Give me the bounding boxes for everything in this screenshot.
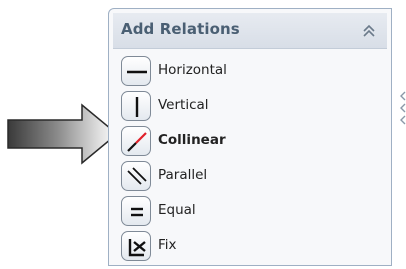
- vertical-line-icon: [135, 97, 139, 117]
- collinear-button[interactable]: [121, 126, 151, 156]
- relation-label: Parallel: [158, 167, 208, 183]
- pointer-arrow-icon: [0, 100, 120, 168]
- collapse-chevron-up-icon[interactable]: [359, 21, 379, 41]
- panel-title: Add Relations: [121, 20, 240, 38]
- fix-icon: [128, 239, 146, 257]
- relation-label: Vertical: [158, 97, 209, 113]
- relation-item-horizontal[interactable]: Horizontal: [121, 54, 321, 89]
- relation-item-vertical[interactable]: Vertical: [121, 89, 321, 124]
- side-panel-handle-icon[interactable]: [399, 88, 406, 128]
- relation-item-fix[interactable]: Fix: [121, 229, 321, 264]
- relation-item-parallel[interactable]: Parallel: [121, 159, 321, 194]
- relation-item-collinear[interactable]: Collinear: [121, 124, 321, 159]
- collinear-icon: [127, 132, 147, 152]
- relation-label: Horizontal: [158, 62, 227, 78]
- relation-label: Fix: [158, 237, 177, 253]
- horizontal-line-icon: [127, 70, 147, 74]
- fix-button[interactable]: [121, 231, 151, 261]
- equal-button[interactable]: [121, 196, 151, 226]
- horizontal-button[interactable]: [121, 56, 151, 86]
- add-relations-panel: Add Relations Horizontal Vertical Collin…: [108, 8, 392, 266]
- panel-header[interactable]: Add Relations: [113, 13, 387, 49]
- parallel-button[interactable]: [121, 161, 151, 191]
- equal-icon: [131, 207, 143, 217]
- relation-item-equal[interactable]: Equal: [121, 194, 321, 229]
- relations-list: Horizontal Vertical Collinear Parallel E…: [121, 54, 321, 264]
- relation-label: Collinear: [158, 132, 226, 148]
- relation-label: Equal: [158, 202, 196, 218]
- vertical-button[interactable]: [121, 91, 151, 121]
- parallel-icon: [127, 167, 147, 185]
